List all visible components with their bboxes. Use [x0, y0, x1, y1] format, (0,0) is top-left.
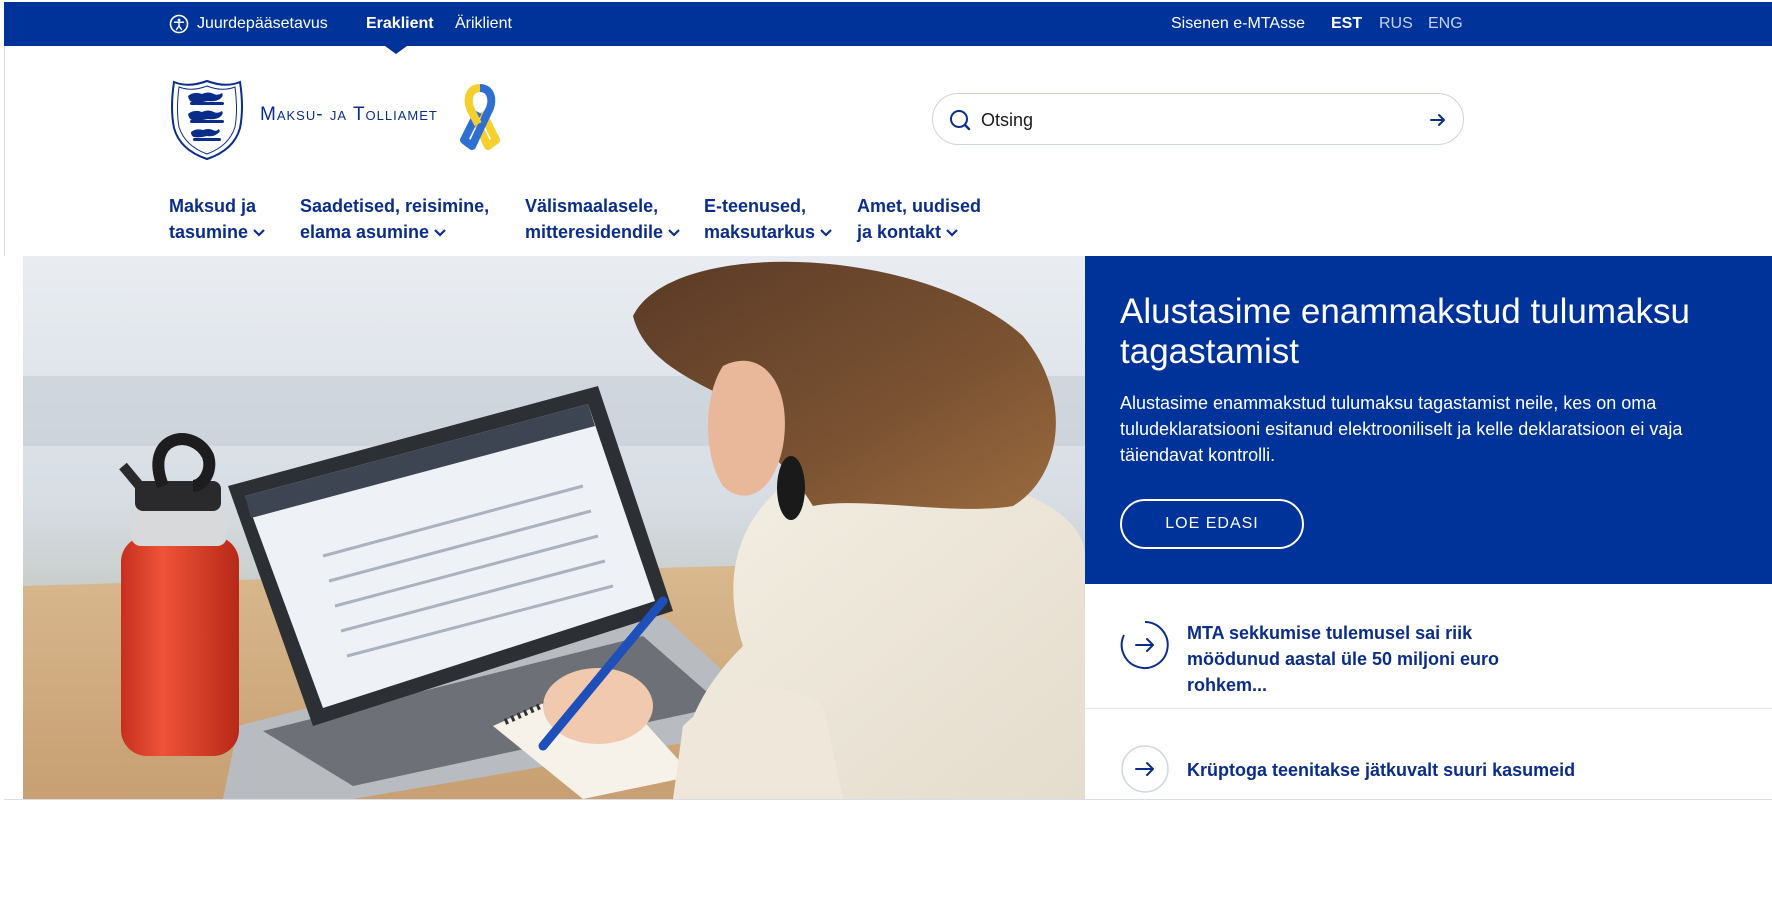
nav-label-line1: Välismaalasele, — [525, 196, 659, 216]
logo-link[interactable] — [168, 78, 246, 162]
hero-image — [23, 256, 1085, 799]
brand-name: Maksu- ja Tolliamet — [260, 104, 438, 125]
nav-label-line2: maksutarkus — [704, 222, 816, 242]
chevron-down-icon — [820, 229, 832, 237]
language-rus[interactable]: RUS — [1379, 2, 1413, 46]
coat-of-arms-icon — [171, 79, 243, 161]
chevron-down-icon — [253, 229, 265, 237]
page: Juurdepääsetavus Eraklient Äriklient Sis… — [0, 0, 1772, 903]
login-link[interactable]: Sisenen e-MTAsse — [1171, 2, 1305, 46]
chevron-down-icon — [434, 229, 446, 237]
nav-label-line1: E-teenused, — [704, 196, 807, 216]
news-list: MTA sekkumise tulemusel sai riik möödunu… — [1085, 584, 1772, 799]
arrow-circle-icon — [1120, 621, 1169, 669]
bottom-border — [4, 799, 1772, 800]
accessibility-label: Juurdepääsetavus — [197, 15, 328, 32]
news-title[interactable]: Krüptoga teenitakse jätkuvalt suuri kasu… — [1187, 757, 1747, 783]
active-tab-indicator — [385, 46, 407, 54]
nav-valismaalasele[interactable]: Välismaalasele, mitteresidendile — [525, 193, 680, 245]
tab-eraklient[interactable]: Eraklient — [366, 2, 434, 46]
nav-label-line1: Amet, uudised — [857, 196, 982, 216]
hero-description: Alustasime enammakstud tulumaksu tagasta… — [1120, 393, 1683, 465]
language-eng[interactable]: ENG — [1428, 2, 1463, 46]
language-est[interactable]: EST — [1331, 2, 1362, 46]
accessibility-link[interactable]: Juurdepääsetavus — [169, 2, 328, 46]
tab-ariklient[interactable]: Äriklient — [455, 2, 512, 46]
hero-panel: Alustasime enammakstud tulumaksu tagasta… — [1085, 256, 1772, 584]
nav-label-line1: Saadetised, reisimine, — [300, 196, 490, 216]
nav-amet-uudised[interactable]: Amet, uudised ja kontakt — [857, 193, 981, 245]
nav-maksud-ja-tasumine[interactable]: Maksud ja tasumine — [169, 193, 265, 245]
accessibility-icon — [169, 14, 189, 34]
read-more-button[interactable]: LOE EDASI — [1120, 499, 1304, 549]
nav-label-line1: Maksud ja — [169, 196, 257, 216]
nav-label-line2: elama asumine — [300, 222, 430, 242]
news-title[interactable]: MTA sekkumise tulemusel sai riik möödunu… — [1187, 620, 1567, 698]
nav-label-line2: ja kontakt — [857, 222, 942, 242]
search-box[interactable] — [932, 93, 1464, 145]
chevron-down-icon — [668, 229, 680, 237]
nav-saadetised-reisimine[interactable]: Saadetised, reisimine, elama asumine — [300, 193, 489, 245]
search-submit-arrow-icon[interactable] — [1429, 111, 1447, 129]
nav-label-line2: mitteresidendile — [525, 222, 664, 242]
top-bar: Juurdepääsetavus Eraklient Äriklient Sis… — [4, 2, 1772, 46]
left-border — [4, 46, 5, 256]
search-icon — [950, 110, 971, 131]
nav-label-line2: tasumine — [169, 222, 249, 242]
hero-title: Alustasime enammakstud tulumaksu tagasta… — [1120, 292, 1690, 371]
search-input[interactable] — [981, 104, 1401, 136]
nav-e-teenused[interactable]: E-teenused, maksutarkus — [704, 193, 832, 245]
chevron-down-icon — [946, 229, 958, 237]
news-divider — [1085, 708, 1772, 709]
arrow-circle-icon — [1121, 745, 1169, 793]
ukraine-ribbon-icon — [460, 84, 500, 150]
